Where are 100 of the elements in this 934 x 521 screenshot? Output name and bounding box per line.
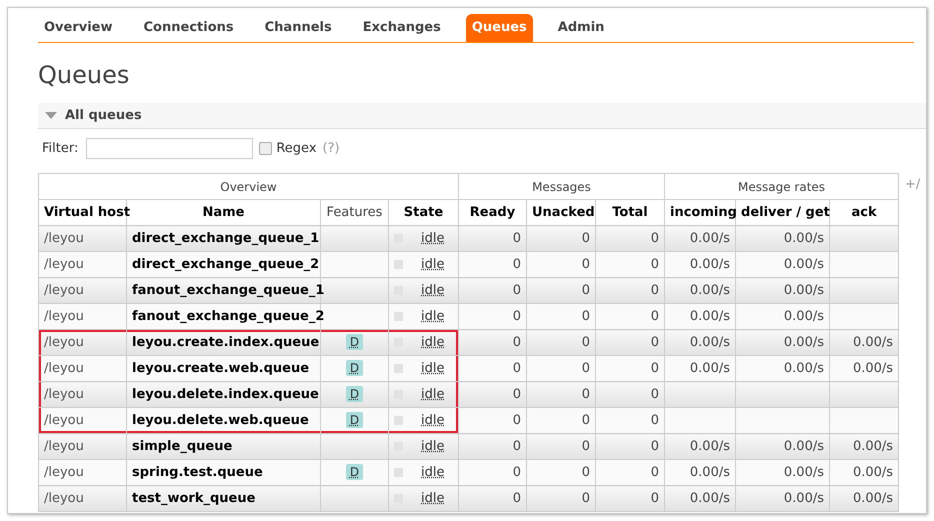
queue-link[interactable]: leyou.delete.web.queue xyxy=(126,408,320,434)
nav-tab[interactable]: Channels xyxy=(258,14,338,42)
state-indicator-icon xyxy=(394,364,403,373)
nav-tab[interactable]: Exchanges xyxy=(356,14,447,42)
state-indicator-icon xyxy=(394,260,403,269)
table-cell: 0 xyxy=(526,460,596,486)
state-text: idle xyxy=(421,309,444,324)
feature-badge: D xyxy=(346,464,364,480)
regex-label: Regex xyxy=(276,141,317,156)
state-text: idle xyxy=(421,491,444,506)
table-cell: 0 xyxy=(596,460,665,486)
state-text: idle xyxy=(421,413,444,428)
table-cell: 0 xyxy=(526,226,596,252)
state-indicator-icon xyxy=(394,468,403,477)
feature-badge: D xyxy=(346,386,364,402)
table-cell: 0.00/s xyxy=(830,486,899,512)
table-cell: 0 xyxy=(526,356,596,382)
table-cell: 0 xyxy=(596,408,665,434)
table-cell: 0 xyxy=(458,408,526,434)
table-cell: /leyou xyxy=(38,252,126,278)
table-cell: 0.00/s xyxy=(736,226,830,252)
table-cell: /leyou xyxy=(38,226,126,252)
table-cell: 0 xyxy=(526,252,596,278)
nav-tab[interactable]: Connections xyxy=(138,14,240,42)
table-cell: 0.00/s xyxy=(664,278,736,304)
table-cell: 0.00/s xyxy=(664,304,736,330)
table-cell: 0 xyxy=(526,486,596,512)
table-cell: /leyou xyxy=(38,486,126,512)
table-cell: 0 xyxy=(458,304,526,330)
table-cell: 0 xyxy=(596,486,665,512)
queue-link[interactable]: simple_queue xyxy=(126,434,320,460)
state-text: idle xyxy=(421,231,444,246)
table-cell: /leyou xyxy=(38,304,126,330)
group-header: Messages xyxy=(458,174,665,200)
table-cell: 0 xyxy=(458,252,526,278)
table-cell: 0 xyxy=(526,434,596,460)
state-indicator-icon xyxy=(394,416,403,425)
table-cell: 0 xyxy=(596,304,665,330)
table-cell: 0 xyxy=(596,226,665,252)
table-cell: 0 xyxy=(596,330,665,356)
table-cell: 0 xyxy=(458,434,526,460)
nav-tab[interactable]: Overview xyxy=(38,14,119,42)
table-cell: /leyou xyxy=(38,278,126,304)
table-cell: /leyou xyxy=(38,460,126,486)
queue-link[interactable]: leyou.create.web.queue xyxy=(126,356,320,382)
table-cell: 0 xyxy=(526,278,596,304)
table-cell: 0.00/s xyxy=(664,486,736,512)
state-text: idle xyxy=(421,361,444,376)
state-text: idle xyxy=(421,283,444,298)
section-title: All queues xyxy=(65,108,142,123)
filter-label: Filter: xyxy=(42,141,78,156)
page-title: Queues xyxy=(38,61,130,89)
queue-link[interactable]: leyou.delete.index.queue xyxy=(126,382,320,408)
table-cell: 0.00/s xyxy=(736,252,830,278)
table-cell: /leyou xyxy=(38,356,126,382)
table-cell: 0.00/s xyxy=(664,330,736,356)
queue-link[interactable]: test_work_queue xyxy=(126,486,320,512)
queue-link[interactable]: leyou.create.index.queue xyxy=(126,330,320,356)
feature-badge: D xyxy=(346,334,364,350)
table-cell: 0 xyxy=(458,356,526,382)
table-cell: 0.00/s xyxy=(830,330,899,356)
queue-link[interactable]: spring.test.queue xyxy=(126,460,320,486)
table-cell: 0.00/s xyxy=(664,460,736,486)
table-cell: 0.00/s xyxy=(664,226,736,252)
table-cell: 0 xyxy=(596,382,665,408)
table-cell: 0 xyxy=(596,434,665,460)
table-cell: /leyou xyxy=(38,330,126,356)
table-cell: 0.00/s xyxy=(664,434,736,460)
table-cell: 0.00/s xyxy=(736,330,830,356)
table-cell: 0.00/s xyxy=(736,278,830,304)
regex-checkbox[interactable] xyxy=(259,142,272,155)
queue-link[interactable]: direct_exchange_queue_2 xyxy=(126,252,320,278)
table-cell: 0.00/s xyxy=(830,460,899,486)
table-cell: 0 xyxy=(458,278,526,304)
table-cell: 0.00/s xyxy=(736,356,830,382)
table-cell: 0 xyxy=(596,252,665,278)
table-cell: /leyou xyxy=(38,434,126,460)
table-cell: 0 xyxy=(596,356,665,382)
table-cell: 0 xyxy=(458,486,526,512)
table-cell: 0.00/s xyxy=(736,486,830,512)
table-cell: 0 xyxy=(458,226,526,252)
table-cell: /leyou xyxy=(38,382,126,408)
group-header: Message rates xyxy=(664,174,899,200)
table-cell: 0 xyxy=(526,304,596,330)
filter-field[interactable] xyxy=(86,138,254,159)
table-cell: 0 xyxy=(526,382,596,408)
nav-tab[interactable]: Admin xyxy=(552,14,610,42)
table-cell: 0.00/s xyxy=(736,434,830,460)
feature-badge: D xyxy=(346,412,364,428)
table-cell: 0 xyxy=(458,330,526,356)
table-cell: 0 xyxy=(596,278,665,304)
feature-badge: D xyxy=(346,360,364,376)
table-cell: 0 xyxy=(526,408,596,434)
section-header[interactable]: All queues xyxy=(38,103,926,129)
group-header: Overview xyxy=(38,174,458,200)
state-text: idle xyxy=(421,465,444,480)
table-cell: 0.00/s xyxy=(736,460,830,486)
table-cell: 0.00/s xyxy=(736,304,830,330)
table-cell: 0.00/s xyxy=(830,356,899,382)
queue-link[interactable]: direct_exchange_queue_1 xyxy=(126,226,320,252)
